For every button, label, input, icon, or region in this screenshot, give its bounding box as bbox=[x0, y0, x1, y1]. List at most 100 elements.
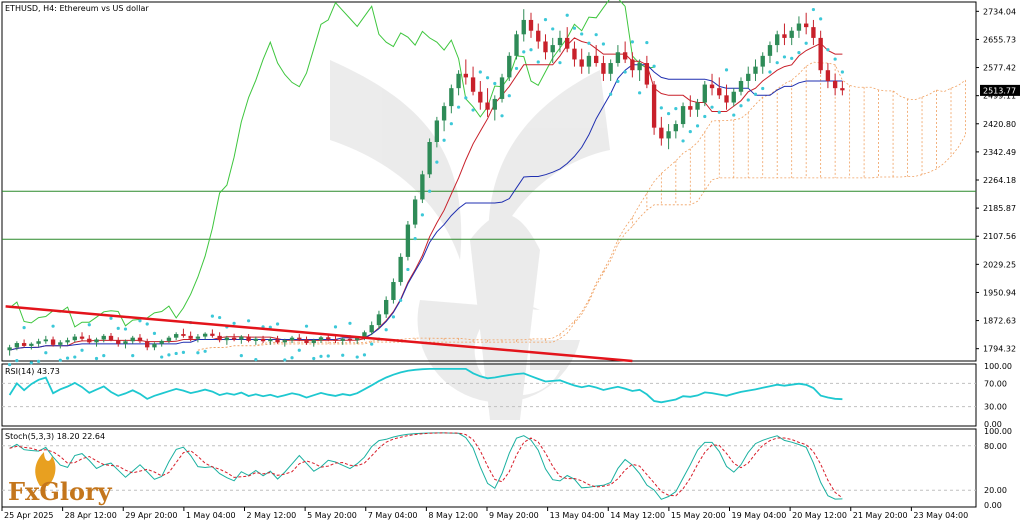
candle-body bbox=[557, 37, 563, 46]
stoch-label: Stoch(5,3,3) 18.20 22.64 bbox=[5, 432, 105, 441]
candle-body bbox=[123, 341, 128, 344]
candle-body bbox=[449, 88, 454, 107]
psar-dot bbox=[543, 17, 548, 22]
svg-text:2513.77: 2513.77 bbox=[983, 86, 1016, 95]
psar-dot bbox=[15, 359, 19, 363]
psar-dot bbox=[478, 70, 482, 74]
psar-dot bbox=[616, 79, 620, 83]
psar-dot bbox=[724, 68, 729, 72]
candle-body bbox=[253, 338, 258, 341]
candle-body bbox=[58, 342, 63, 345]
psar-dot bbox=[790, 56, 794, 60]
candle-body bbox=[311, 340, 316, 344]
psar-dot bbox=[145, 322, 149, 326]
candle-body bbox=[622, 52, 628, 60]
indicator-level-label: 80.00 bbox=[984, 442, 1007, 451]
psar-dot bbox=[131, 354, 135, 358]
candle-body bbox=[166, 337, 172, 341]
candle bbox=[507, 52, 512, 81]
psar-dot bbox=[232, 321, 236, 325]
candle-body bbox=[478, 91, 483, 103]
candle-body bbox=[782, 34, 787, 38]
time-tick-label: 2 May 12:00 bbox=[247, 511, 297, 520]
candle-body bbox=[282, 340, 287, 343]
psar-dot bbox=[732, 113, 736, 117]
indicator-level-label: 30.00 bbox=[984, 403, 1007, 412]
psar-dot bbox=[123, 327, 128, 331]
psar-dot bbox=[442, 138, 446, 142]
time-tick-label: 14 May 12:00 bbox=[610, 511, 665, 520]
candle-body bbox=[485, 102, 490, 110]
psar-dot bbox=[449, 122, 453, 126]
candle-body bbox=[760, 55, 765, 67]
time-tick-label: 23 May 04:00 bbox=[913, 511, 968, 520]
candle-body bbox=[87, 338, 92, 343]
indicator-level-label: 100.00 bbox=[984, 362, 1012, 371]
psar-dot bbox=[73, 355, 77, 359]
psar-dot bbox=[485, 76, 490, 80]
psar-dot bbox=[290, 356, 294, 360]
indicator-level-label: 20.00 bbox=[984, 486, 1007, 495]
time-tick-label: 21 May 20:00 bbox=[853, 511, 908, 520]
candle-body bbox=[14, 343, 20, 348]
candle-body bbox=[210, 333, 215, 336]
psar-dot bbox=[152, 331, 157, 335]
psar-dot bbox=[536, 60, 540, 64]
candle-body bbox=[391, 282, 396, 300]
psar-dot bbox=[174, 351, 178, 356]
psar-dot bbox=[594, 33, 598, 37]
psar-dot bbox=[652, 64, 656, 68]
psar-dot bbox=[804, 41, 808, 45]
psar-dot bbox=[580, 32, 584, 36]
candle-body bbox=[224, 337, 230, 341]
candle-body bbox=[260, 338, 266, 342]
candle-body bbox=[239, 336, 244, 340]
candle-body bbox=[456, 73, 461, 89]
candle-body bbox=[528, 19, 534, 31]
price-tick-label: 2029.25 bbox=[983, 260, 1016, 269]
price-tick-label: 2734.04 bbox=[983, 7, 1016, 16]
chart-window: 2734.042655.732577.422499.112420.802342.… bbox=[0, 0, 1024, 524]
candle-body bbox=[767, 45, 773, 56]
candle-body bbox=[688, 106, 693, 110]
psar-dot bbox=[297, 348, 301, 352]
price-tick-label: 1794.32 bbox=[983, 345, 1016, 354]
time-tick-label: 7 May 04:00 bbox=[368, 511, 418, 520]
svg-text:FxGlory: FxGlory bbox=[8, 477, 113, 506]
candle bbox=[391, 278, 396, 304]
candle-body bbox=[565, 37, 570, 49]
psar-dot bbox=[36, 359, 41, 363]
candle-body bbox=[702, 84, 707, 103]
psar-dot bbox=[674, 107, 678, 111]
psar-dot bbox=[420, 213, 424, 217]
psar-dot bbox=[717, 110, 721, 114]
price-tick-label: 2655.73 bbox=[983, 35, 1016, 44]
psar-dot bbox=[58, 358, 62, 362]
candle-body bbox=[572, 48, 577, 60]
psar-dot bbox=[775, 61, 779, 65]
candle-body bbox=[746, 73, 751, 81]
candle-body bbox=[492, 98, 497, 110]
psar-dot bbox=[319, 354, 323, 358]
psar-dot bbox=[391, 315, 396, 319]
time-tick-label: 20 May 12:00 bbox=[792, 511, 847, 520]
candle-body bbox=[470, 77, 476, 92]
price-tick-label: 2264.18 bbox=[983, 176, 1016, 185]
candle-body bbox=[152, 343, 157, 348]
psar-dot bbox=[609, 92, 613, 96]
psar-dot bbox=[703, 114, 707, 119]
rsi-label: RSI(14) 43.73 bbox=[5, 367, 60, 376]
candle-body bbox=[145, 341, 150, 348]
candle-body bbox=[159, 340, 164, 344]
psar-dot bbox=[507, 94, 511, 98]
candle-body bbox=[268, 339, 273, 342]
candle-body bbox=[188, 335, 193, 339]
candle-body bbox=[579, 59, 584, 67]
price-tick-label: 1950.94 bbox=[983, 288, 1016, 297]
candle-body bbox=[398, 256, 403, 283]
candle-body bbox=[29, 343, 34, 346]
psar-dot bbox=[254, 357, 258, 362]
candle-body bbox=[463, 73, 468, 78]
psar-dot bbox=[22, 326, 26, 330]
psar-dot bbox=[348, 321, 352, 325]
